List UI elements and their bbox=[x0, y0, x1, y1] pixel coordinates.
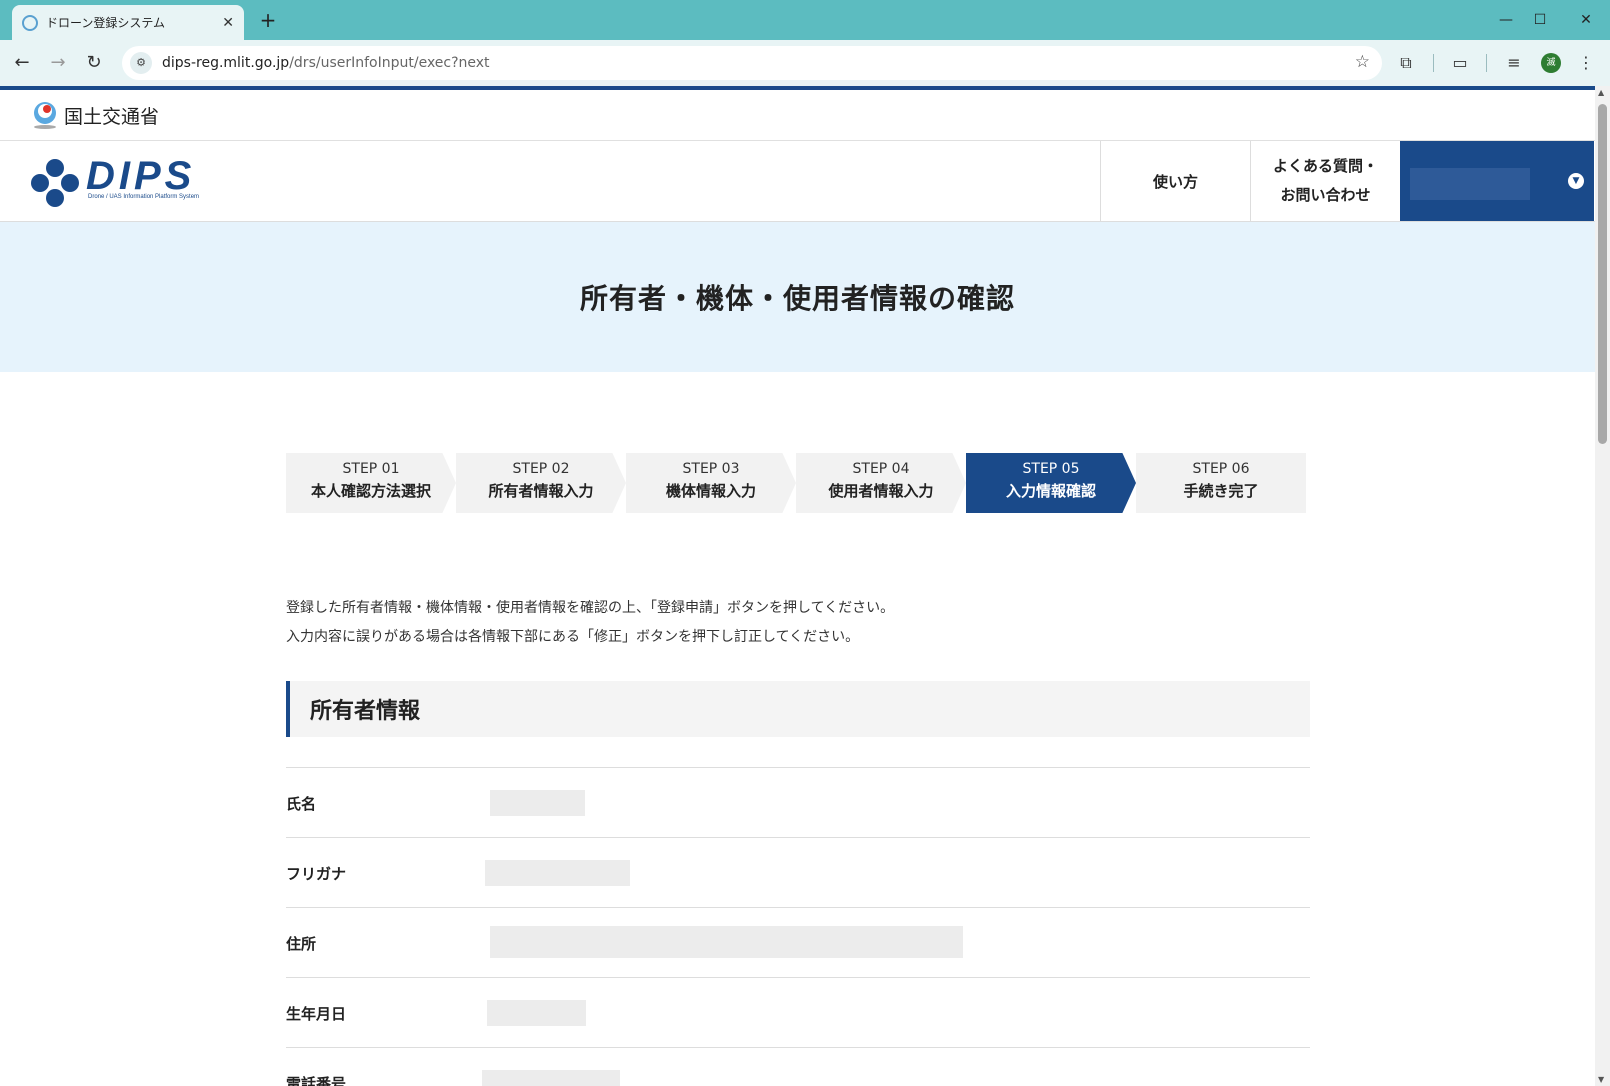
table-row: フリガナ bbox=[286, 837, 1310, 907]
tab-search-icon[interactable]: ▭ bbox=[1448, 51, 1472, 75]
user-name-redacted bbox=[1410, 168, 1530, 200]
nav-faq-line2: お問い合わせ bbox=[1280, 186, 1371, 204]
intro-line-1: 登録した所有者情報・機体情報・使用者情報を確認の上、「登録申請」ボタンを押してく… bbox=[286, 600, 895, 616]
step-progress: STEP 01 本人確認方法選択 STEP 02 所有者情報入力 STEP 03 機体情報… bbox=[286, 453, 1306, 513]
step-number: STEP 05 bbox=[1022, 461, 1080, 477]
step-label: 手続き完了 bbox=[1183, 482, 1259, 500]
nav-usage-link[interactable]: 使い方 bbox=[1100, 141, 1250, 221]
forward-arrow-icon[interactable]: → bbox=[46, 51, 70, 75]
dips-logo-icon[interactable] bbox=[30, 158, 80, 208]
step-label: 入力情報確認 bbox=[1005, 482, 1096, 500]
redacted-value bbox=[490, 790, 585, 816]
scroll-down-icon[interactable]: ▼ bbox=[1598, 1075, 1604, 1084]
step-label: 機体情報入力 bbox=[665, 482, 756, 500]
scroll-up-icon[interactable]: ▲ bbox=[1598, 88, 1604, 97]
redacted-value bbox=[487, 1000, 586, 1026]
owner-section-title: 所有者情報 bbox=[310, 699, 421, 724]
bookmark-star-icon[interactable]: ☆ bbox=[1355, 52, 1370, 72]
step-item: STEP 06 手続き完了 bbox=[1136, 453, 1306, 513]
browser-tab-bar: ドローン登録システム ✕ + — ☐ ✕ bbox=[0, 0, 1610, 40]
browser-tab[interactable]: ドローン登録システム ✕ bbox=[12, 5, 244, 40]
new-tab-button[interactable]: + bbox=[256, 8, 280, 32]
site-favicon-icon bbox=[22, 14, 38, 31]
step-item: STEP 02 所有者情報入力 bbox=[456, 453, 626, 513]
step-number: STEP 06 bbox=[1192, 461, 1250, 477]
back-arrow-icon[interactable]: ← bbox=[10, 51, 34, 75]
dips-logo-text[interactable]: DIPS bbox=[86, 154, 195, 199]
address-bar[interactable]: ⚙ dips-reg.mlit.go.jp/drs/userInfoInput/… bbox=[122, 46, 1382, 80]
owner-section-header: 所有者情報 bbox=[286, 681, 1310, 737]
step-label: 本人確認方法選択 bbox=[310, 482, 431, 500]
tab-title: ドローン登録システム bbox=[46, 16, 166, 30]
step-item: STEP 03 機体情報入力 bbox=[626, 453, 796, 513]
menu-kebab-icon[interactable]: ⋮ bbox=[1574, 51, 1598, 75]
row-label: 氏名 bbox=[286, 795, 317, 813]
nav-faq-link[interactable]: よくある質問・ お問い合わせ bbox=[1250, 141, 1400, 221]
row-label: フリガナ bbox=[286, 865, 347, 883]
step-label: 使用者情報入力 bbox=[828, 482, 934, 500]
redacted-value bbox=[490, 926, 963, 958]
step-number: STEP 04 bbox=[852, 461, 910, 477]
mlit-logo-icon bbox=[34, 102, 56, 129]
table-row: 生年月日 bbox=[286, 977, 1310, 1047]
reload-icon[interactable]: ↻ bbox=[82, 51, 106, 75]
owner-info-table: 氏名 フリガナ 住所 生年月日 電話番号 bbox=[286, 767, 1310, 1086]
page-hero: 所有者・機体・使用者情報の確認 bbox=[0, 222, 1595, 372]
row-label: 住所 bbox=[286, 935, 317, 953]
intro-text: 登録した所有者情報・機体情報・使用者情報を確認の上、「登録申請」ボタンを押してく… bbox=[286, 594, 894, 652]
close-window-button[interactable]: ✕ bbox=[1566, 8, 1606, 32]
user-menu[interactable]: ▼ bbox=[1400, 141, 1594, 221]
close-tab-icon[interactable]: ✕ bbox=[222, 15, 234, 31]
row-label: 電話番号 bbox=[286, 1075, 347, 1086]
browser-toolbar: ← → ↻ ⚙ dips-reg.mlit.go.jp/drs/userInfo… bbox=[0, 40, 1610, 86]
toolbar-divider bbox=[1433, 54, 1434, 72]
site-header: DIPS Drone / UAS Information Platform Sy… bbox=[0, 141, 1595, 222]
table-row: 電話番号 bbox=[286, 1047, 1310, 1086]
redacted-value bbox=[482, 1070, 620, 1086]
profile-avatar[interactable]: 滅 bbox=[1541, 53, 1561, 73]
site-info-icon[interactable]: ⚙ bbox=[130, 52, 152, 74]
scrollbar-thumb[interactable] bbox=[1598, 104, 1607, 444]
step-label: 所有者情報入力 bbox=[488, 482, 594, 500]
dips-logo-subtitle: Drone / UAS Information Platform System bbox=[88, 194, 200, 200]
step-item: STEP 05 入力情報確認 bbox=[966, 453, 1136, 513]
toolbar-divider bbox=[1486, 54, 1487, 72]
page-title: 所有者・機体・使用者情報の確認 bbox=[579, 282, 1015, 315]
table-row: 住所 bbox=[286, 907, 1310, 977]
maximize-button[interactable]: ☐ bbox=[1520, 8, 1560, 32]
url-host: dips-reg.mlit.go.jp bbox=[162, 55, 290, 71]
ministry-name: 国土交通省 bbox=[64, 106, 160, 128]
step-number: STEP 03 bbox=[682, 461, 740, 477]
intro-line-2: 入力内容に誤りがある場合は各情報下部にある「修正」ボタンを押下し訂正してください… bbox=[286, 629, 860, 645]
extensions-icon[interactable]: ⧉ bbox=[1394, 51, 1418, 75]
government-bar: 国土交通省 bbox=[0, 90, 1595, 141]
step-item: STEP 04 使用者情報入力 bbox=[796, 453, 966, 513]
chevron-down-icon[interactable]: ▼ bbox=[1568, 173, 1584, 189]
step-number: STEP 01 bbox=[342, 461, 400, 477]
nav-faq-line1: よくある質問・ bbox=[1272, 157, 1378, 175]
row-label: 生年月日 bbox=[286, 1005, 347, 1023]
media-control-icon[interactable]: ≡ bbox=[1502, 51, 1526, 75]
table-row: 氏名 bbox=[286, 767, 1310, 837]
page-scrollbar[interactable]: ▲ ▼ bbox=[1595, 86, 1610, 1086]
step-item: STEP 01 本人確認方法選択 bbox=[286, 453, 456, 513]
url-path: /drs/userInfoInput/exec?next bbox=[289, 55, 490, 71]
step-number: STEP 02 bbox=[512, 461, 570, 477]
redacted-value bbox=[485, 860, 630, 886]
